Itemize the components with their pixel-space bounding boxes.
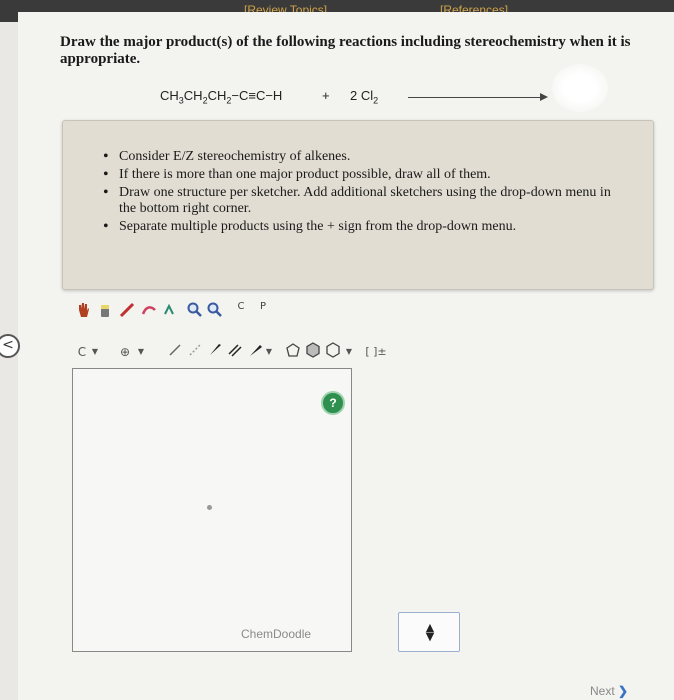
canvas-cursor-dot <box>207 505 212 510</box>
cyclopentane-icon[interactable] <box>284 342 302 362</box>
chevron-down-icon[interactable]: ▼ <box>90 342 100 362</box>
sketcher-toolbar-bottom: C ▼ ⊕ ▼ ▼ ▼ [ ]± <box>70 342 400 366</box>
wedge-bond-icon[interactable] <box>206 342 224 362</box>
paste-label: P <box>259 301 267 312</box>
screen-glare <box>552 64 608 112</box>
hexagon-icon[interactable] <box>324 342 342 362</box>
hint-box: Consider E/Z stereochemistry of alkenes.… <box>62 120 654 290</box>
pencil-icon[interactable] <box>118 302 136 322</box>
hint-item: Separate multiple products using the + s… <box>103 219 623 235</box>
chevron-down-icon[interactable]: ▼ <box>264 342 274 362</box>
hint-item: Draw one structure per sketcher. Add add… <box>103 185 623 217</box>
reagent: 2 Cl2 <box>350 88 379 106</box>
chevron-down-icon[interactable]: ▼ <box>136 342 146 362</box>
reactant-ch3: CH3 <box>160 88 184 106</box>
chevron-down-icon[interactable]: ▼ <box>344 342 354 362</box>
chevron-right-icon: ❯ <box>618 684 629 698</box>
chemdoodle-watermark: ChemDoodle <box>241 627 312 641</box>
up-down-arrows-icon: ▲ ▼ <box>425 621 435 643</box>
charge-selector[interactable]: ⊕ <box>118 342 132 362</box>
single-bond-icon[interactable] <box>166 342 184 362</box>
add-sketcher-dropdown[interactable]: ▲ ▼ <box>398 612 460 652</box>
sketcher-toolbar-top: C P <box>70 302 270 326</box>
lasso-icon[interactable] <box>140 302 158 322</box>
next-label: Next <box>590 684 615 698</box>
reaction-arrow <box>408 97 546 98</box>
hint-item: Consider E/Z stereochemistry of alkenes. <box>103 149 623 165</box>
rotate-icon[interactable] <box>160 302 178 322</box>
hand-tool-icon[interactable] <box>74 302 92 322</box>
reaction-equation: CH3CH2CH2−C≡C−H + 2 Cl2 <box>160 88 580 108</box>
zoom-in-icon[interactable] <box>186 302 204 322</box>
copy-label: C <box>237 301 245 312</box>
hint-item: If there is more than one major product … <box>103 167 623 183</box>
help-button[interactable]: ? <box>321 391 345 415</box>
double-bond-icon[interactable] <box>226 342 244 362</box>
next-button[interactable]: Next ❯ <box>590 684 628 698</box>
question-text: Draw the major product(s) of the followi… <box>60 34 631 67</box>
eraser-icon[interactable] <box>96 302 114 322</box>
element-selector[interactable]: C <box>76 342 88 362</box>
reactant: CH3CH2CH2−C≡C−H <box>160 88 283 106</box>
bracket-tool[interactable]: [ ]± <box>364 342 388 362</box>
hexagon-filled-icon[interactable] <box>304 342 322 362</box>
hint-list: Consider E/Z stereochemistry of alkenes.… <box>103 149 623 237</box>
reaction-arrow-head <box>540 93 548 101</box>
sketcher-canvas[interactable]: ? ChemDoodle <box>72 368 352 652</box>
zoom-out-icon[interactable] <box>206 302 224 322</box>
copy-icon[interactable]: C <box>234 302 248 322</box>
back-button[interactable]: < <box>0 334 20 358</box>
plus-sign: + <box>322 88 330 103</box>
triple-bond-icon[interactable] <box>246 342 264 362</box>
stereo-bond-icon[interactable] <box>186 342 204 362</box>
paste-icon[interactable]: P <box>256 302 270 322</box>
